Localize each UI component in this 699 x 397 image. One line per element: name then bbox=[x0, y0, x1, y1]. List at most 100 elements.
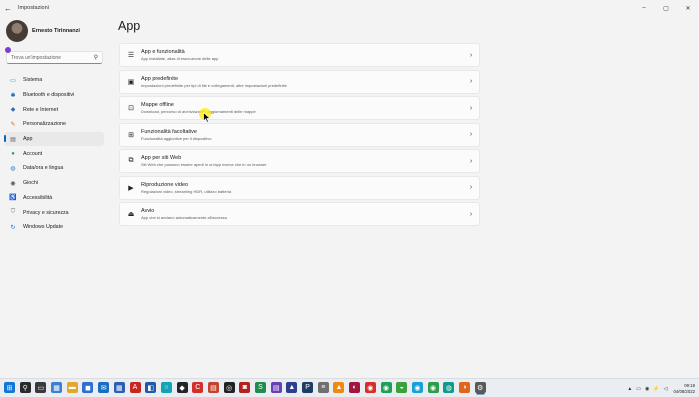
tray-network-icon[interactable]: ◉ bbox=[645, 386, 649, 392]
sidebar-item-label: Giochi bbox=[23, 180, 39, 187]
tray-window-icon[interactable]: ▭ bbox=[636, 386, 641, 392]
chevron-right-icon: › bbox=[469, 184, 473, 191]
card-title: App per siti Web bbox=[141, 155, 182, 161]
brush-icon: ✎ bbox=[10, 121, 16, 128]
sidebar-item-bluetooth[interactable]: ✱ Bluetooth e dispositivi bbox=[4, 88, 104, 103]
search-input[interactable]: Trova un'impostazione bbox=[11, 55, 94, 61]
sidebar-item-windows-update[interactable]: ↻ Windows Update bbox=[4, 220, 104, 235]
sidebar-item-personalizzazione[interactable]: ✎ Personalizzazione bbox=[4, 117, 104, 132]
account-icon: ● bbox=[11, 150, 15, 157]
app-lime-icon[interactable]: ◒ bbox=[396, 382, 408, 393]
card-app-e-funzionalita[interactable]: ☰ App e funzionalità App installate, alia… bbox=[119, 43, 480, 67]
tray-volume-icon[interactable]: ◁ bbox=[664, 386, 668, 392]
optional-features-icon: ⊞ bbox=[128, 131, 134, 139]
mail-icon[interactable]: ✉ bbox=[98, 382, 110, 393]
sidebar-item-accessibilita[interactable]: ♿ Accessibilità bbox=[4, 191, 104, 206]
window-title: Impostazioni bbox=[18, 5, 49, 11]
back-arrow-icon[interactable]: ← bbox=[0, 4, 16, 13]
app-blue-icon[interactable]: ◧ bbox=[145, 382, 157, 393]
sidebar-item-label: Bluetooth e dispositivi bbox=[23, 92, 75, 99]
page-title: App bbox=[118, 19, 141, 33]
app-photoshop-icon[interactable]: P bbox=[302, 382, 314, 393]
taskbar: ⊞ ⚲ ▭ ▦ ▬ ◼ ✉ ▦ A ◧ ○ ◆ C ▤ ◎ ◙ S ▤ ▲ P ≡ ▲ ◐ ◉ ◉ ◒ ◉ ◉ ◍ ◑ ⚙ ▲ ▭ ◉ ⚡ … bbox=[0, 378, 699, 397]
tray-chevron-icon[interactable]: ▲ bbox=[627, 386, 632, 392]
card-subtitle: Funzionalità aggiuntive per il dispositi… bbox=[141, 135, 212, 141]
settings-gear-icon[interactable]: ⚙ bbox=[474, 382, 486, 393]
shield-icon: ⛉ bbox=[10, 209, 16, 216]
app-green2-icon[interactable]: ◉ bbox=[380, 382, 392, 393]
app-dark-icon[interactable]: ◆ bbox=[176, 382, 188, 393]
close-button[interactable]: ✕ bbox=[677, 0, 699, 16]
app-list-icon: ☰ bbox=[127, 52, 135, 59]
card-app-predefinite[interactable]: ▣ App predefinite Impostazioni predefinit… bbox=[119, 69, 480, 94]
app-teal2-icon[interactable]: ◍ bbox=[443, 382, 455, 393]
gamepad-icon: ◉ bbox=[10, 180, 16, 187]
app-crimson-icon[interactable]: ◐ bbox=[349, 382, 361, 393]
app-gray-icon[interactable]: ≡ bbox=[317, 382, 329, 393]
sidebar-item-giochi[interactable]: ◉ Giochi bbox=[4, 176, 104, 191]
app-red-orange-icon[interactable]: ▤ bbox=[207, 382, 219, 393]
app-orange-icon[interactable]: ◑ bbox=[458, 382, 470, 393]
chevron-right-icon: › bbox=[469, 78, 473, 85]
sidebar-item-account[interactable]: ● Account bbox=[4, 146, 104, 161]
windows-start-icon[interactable]: ⊞ bbox=[4, 382, 15, 393]
task-view-icon[interactable]: ▭ bbox=[35, 382, 47, 393]
explorer-icon[interactable]: ▬ bbox=[66, 382, 78, 393]
pdf-icon[interactable]: A bbox=[129, 382, 141, 393]
card-riproduzione-video[interactable]: ▶ Riproduzione video Regolazioni video, s… bbox=[119, 175, 480, 200]
app-darkred-icon[interactable]: ◙ bbox=[239, 382, 251, 393]
sidebar-item-label: Data/ora e lingua bbox=[23, 165, 64, 172]
apps-icon: ▤ bbox=[10, 136, 16, 143]
chevron-right-icon: › bbox=[469, 51, 473, 59]
card-funzionalita-facoltative[interactable]: ⊞ Funzionalità facoltative Funzionalità a… bbox=[119, 122, 480, 147]
startup-icon: ⏏ bbox=[127, 211, 135, 218]
chevron-right-icon: › bbox=[469, 131, 473, 138]
taskbar-clock[interactable]: 09:19 04/08/2022 bbox=[673, 383, 695, 394]
accessibility-icon: ♿ bbox=[9, 195, 17, 202]
card-title: Riproduzione video bbox=[141, 181, 189, 188]
app-teal-icon[interactable]: ○ bbox=[160, 382, 172, 393]
card-title: App e funzionalità bbox=[141, 49, 185, 55]
calendar-icon[interactable]: ▦ bbox=[113, 382, 125, 393]
profile-name: Ernesto Tirinnanzi bbox=[32, 28, 80, 34]
app-purple-icon[interactable]: ▤ bbox=[270, 382, 282, 393]
app-navy-icon[interactable]: ▲ bbox=[286, 382, 298, 393]
sidebar-item-sistema[interactable]: ▭ Sistema bbox=[4, 73, 104, 88]
widgets-icon[interactable]: ▦ bbox=[51, 382, 63, 393]
sidebar-item-data-ora[interactable]: ◍ Data/ora e lingua bbox=[4, 161, 104, 176]
sidebar-item-app[interactable]: ▤ App bbox=[4, 131, 104, 147]
card-subtitle: Siti Web che possono essere aperti in un… bbox=[141, 162, 267, 167]
card-mappe-offline[interactable]: ⊡ Mappe offline Download, percorso di arc… bbox=[119, 96, 480, 120]
offline-maps-icon: ⊡ bbox=[128, 105, 134, 112]
sidebar-item-privacy[interactable]: ⛉ Privacy e sicurezza bbox=[4, 205, 104, 220]
windows-update-icon: ↻ bbox=[10, 224, 16, 231]
sidebar-item-rete[interactable]: ◆ Rete e Internet bbox=[4, 102, 104, 117]
user-profile[interactable]: Ernesto Tirinnanzi bbox=[6, 20, 80, 42]
sidebar-item-label: Personalizzazione bbox=[23, 121, 66, 128]
store-icon[interactable]: ◼ bbox=[82, 382, 94, 393]
card-title: App predefinite bbox=[141, 75, 178, 82]
search-icon: ⚲ bbox=[93, 55, 98, 61]
sidebar-nav: ▭ Sistema ✱ Bluetooth e dispositivi ◆ Re… bbox=[4, 73, 104, 235]
sidebar-item-label: Account bbox=[23, 150, 43, 157]
vlc-icon[interactable]: ▲ bbox=[333, 382, 345, 393]
sidebar: Ernesto Tirinnanzi Trova un'impostazione… bbox=[0, 16, 110, 378]
minimize-button[interactable]: – bbox=[633, 0, 655, 16]
search-box[interactable]: Trova un'impostazione ⚲ bbox=[6, 51, 103, 64]
mouse-cursor-icon bbox=[203, 112, 211, 123]
app-cyan-icon[interactable]: ◉ bbox=[411, 382, 423, 393]
app-black-icon[interactable]: ◎ bbox=[223, 382, 235, 393]
monitor-icon: ▭ bbox=[10, 77, 16, 84]
app-red2-icon[interactable]: ◉ bbox=[364, 382, 376, 393]
card-title: Funzionalità facoltative bbox=[141, 128, 197, 135]
card-app-siti-web[interactable]: ⧉ App per siti Web Siti Web che possono e… bbox=[119, 149, 480, 173]
search-icon[interactable]: ⚲ bbox=[19, 382, 31, 393]
app-red-icon[interactable]: C bbox=[192, 382, 204, 393]
tray-battery-icon[interactable]: ⚡ bbox=[653, 386, 659, 392]
maximize-button[interactable]: ▢ bbox=[655, 0, 677, 16]
chrome-icon[interactable]: ◉ bbox=[427, 382, 439, 393]
taskbar-apps: ⊞ ⚲ ▭ ▦ ▬ ◼ ✉ ▦ A ◧ ○ ◆ C ▤ ◎ ◙ S ▤ ▲ P ≡ ▲ ◐ ◉ ◉ ◒ ◉ ◉ ◍ ◑ ⚙ bbox=[4, 382, 490, 395]
app-green-icon[interactable]: S bbox=[255, 382, 266, 393]
card-title: Avvio bbox=[141, 208, 155, 214]
card-avvio[interactable]: ⏏ Avvio App che si avviano automaticament… bbox=[119, 202, 480, 226]
